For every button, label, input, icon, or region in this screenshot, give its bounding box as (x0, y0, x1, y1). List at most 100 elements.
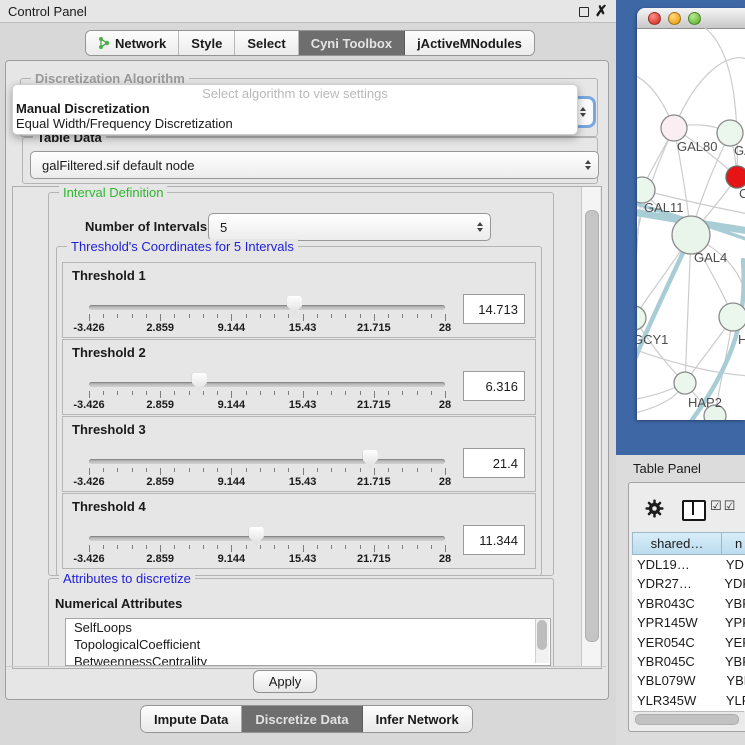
slider-tick (388, 468, 389, 472)
slider-tick (402, 545, 403, 549)
apply-button[interactable]: Apply (253, 670, 317, 693)
algorithm-option-equal-width[interactable]: Equal Width/Frequency Discretization (13, 116, 577, 131)
slider-tick (132, 545, 133, 549)
column-header-shared-name[interactable]: shared… (632, 532, 722, 555)
tab-jactivemnodules[interactable]: jActiveMNodules (405, 31, 534, 55)
table-row[interactable]: YDL19…YDL1 (632, 555, 745, 574)
zoom-traffic-light-icon[interactable] (688, 12, 701, 25)
threshold-value-box[interactable]: 11.344 (463, 525, 525, 555)
slider-tick (388, 391, 389, 395)
table-row[interactable]: YBL079WYBL0 (632, 671, 745, 690)
slider-tick (402, 314, 403, 318)
table-row[interactable]: YDR27…YDR2 (632, 574, 745, 593)
numerical-attributes-list[interactable]: SelfLoopsTopologicalCoefficientBetweenne… (65, 618, 551, 666)
network-node-gal80[interactable] (661, 115, 687, 141)
network-node-h[interactable] (719, 303, 745, 331)
network-edge[interactable] (637, 190, 642, 318)
horizontal-scrollbar[interactable] (633, 711, 744, 724)
network-canvas[interactable]: GAL80GACGAL11GAL4GCY1HHAP2 (637, 28, 745, 420)
threshold-label: Threshold 4 (72, 499, 146, 514)
slider-tick (132, 468, 133, 472)
threshold-panel-1: Threshold 1-3.4262.8599.14415.4321.71528… (62, 262, 536, 338)
network-node-label: GCY1 (637, 332, 668, 347)
slider-track[interactable] (89, 459, 445, 464)
threshold-value-box[interactable]: 21.4 (463, 448, 525, 478)
number-of-intervals-combobox[interactable]: 5 (208, 213, 491, 241)
slider-tick-label: 28 (439, 322, 451, 334)
table-row[interactable]: YPR145WYPR1 (632, 613, 745, 632)
slider-handle[interactable] (287, 296, 302, 314)
slider-tick (203, 545, 204, 549)
slider-tick (260, 545, 261, 549)
slider-tick (288, 468, 289, 472)
threshold-label: Threshold 1 (72, 268, 146, 283)
slider-tick-label: 9.144 (218, 476, 246, 488)
slider-handle[interactable] (192, 373, 207, 391)
tab-network[interactable]: Network (86, 31, 179, 55)
list-scrollbar[interactable] (535, 619, 549, 663)
slider-track[interactable] (89, 536, 445, 541)
tab-select[interactable]: Select (235, 31, 298, 55)
slider-tick (345, 468, 346, 472)
gear-icon[interactable] (645, 499, 664, 518)
network-node-label: GAL4 (694, 250, 727, 265)
checkbox-columns-icon[interactable]: ☑☑ (710, 499, 737, 514)
network-window-titlebar[interactable] (637, 8, 745, 29)
table-data-combobox[interactable]: galFiltered.sif default node (30, 151, 599, 179)
minimize-traffic-light-icon[interactable] (668, 12, 681, 25)
algorithm-option-manual[interactable]: Manual Discretization (13, 101, 577, 116)
table-panel-title: Table Panel (633, 461, 701, 476)
vertical-scrollbar-thumb[interactable] (585, 210, 599, 642)
threshold-panel-4: Threshold 4-3.4262.8599.14415.4321.71528… (62, 493, 536, 569)
bottom-tab-bar: Impute DataDiscretize DataInfer Network (140, 705, 473, 733)
network-edge[interactable] (685, 235, 691, 383)
slider-tick-label: 28 (439, 399, 451, 411)
threshold-value-box[interactable]: 14.713 (463, 294, 525, 324)
slider-tick (317, 468, 318, 472)
list-item[interactable]: TopologicalCoefficient (66, 636, 550, 653)
network-node-c[interactable] (726, 166, 745, 188)
network-node-gcy1[interactable] (637, 306, 646, 330)
slider-track[interactable] (89, 305, 445, 310)
network-edge[interactable] (674, 58, 745, 128)
slider-track[interactable] (89, 382, 445, 387)
slider-tick (89, 314, 90, 321)
float-window-icon[interactable] (579, 7, 589, 17)
slider-tick (431, 545, 432, 549)
tab-cyni-toolbox[interactable]: Cyni Toolbox (299, 31, 405, 55)
list-item[interactable]: BetweennessCentrality (66, 653, 550, 666)
table-row[interactable]: YER054CYER0 (632, 633, 745, 652)
vertical-scrollbar[interactable] (581, 187, 600, 666)
tab-impute-data[interactable]: Impute Data (141, 706, 242, 732)
slider-tick (345, 314, 346, 318)
column-header-name[interactable]: n (721, 532, 745, 555)
slider-handle[interactable] (249, 527, 264, 545)
network-node-hap2[interactable] (674, 372, 696, 394)
slider-tick (217, 545, 218, 549)
tab-infer-network[interactable]: Infer Network (363, 706, 472, 732)
slider-tick (260, 391, 261, 395)
window-title: Control Panel (8, 4, 87, 19)
slider-tick (246, 314, 247, 318)
network-node-gal4[interactable] (672, 216, 710, 254)
tab-discretize-data[interactable]: Discretize Data (242, 706, 362, 732)
tab-style[interactable]: Style (179, 31, 235, 55)
table-data-value: galFiltered.sif default node (42, 158, 194, 173)
close-icon[interactable]: ✗ (595, 2, 608, 20)
slider-tick (374, 391, 375, 398)
list-scrollbar-thumb[interactable] (537, 620, 547, 650)
close-traffic-light-icon[interactable] (648, 12, 661, 25)
network-edge[interactable] (637, 318, 685, 383)
slider-tick (445, 314, 446, 321)
table-row[interactable]: YBR045CYBR0 (632, 652, 745, 671)
slider-tick-label: -3.426 (73, 399, 104, 411)
slider-tick (317, 314, 318, 318)
table-row[interactable]: YBR043CYBR0 (632, 594, 745, 613)
list-item[interactable]: SelfLoops (66, 619, 550, 636)
split-columns-icon[interactable] (682, 500, 706, 521)
threshold-value-box[interactable]: 6.316 (463, 371, 525, 401)
table-cell-shared-name: YDR27… (632, 574, 720, 593)
horizontal-scrollbar-thumb[interactable] (635, 714, 739, 725)
table-row[interactable]: YLR345WYLR3 (632, 691, 745, 710)
slider-handle[interactable] (363, 450, 378, 468)
